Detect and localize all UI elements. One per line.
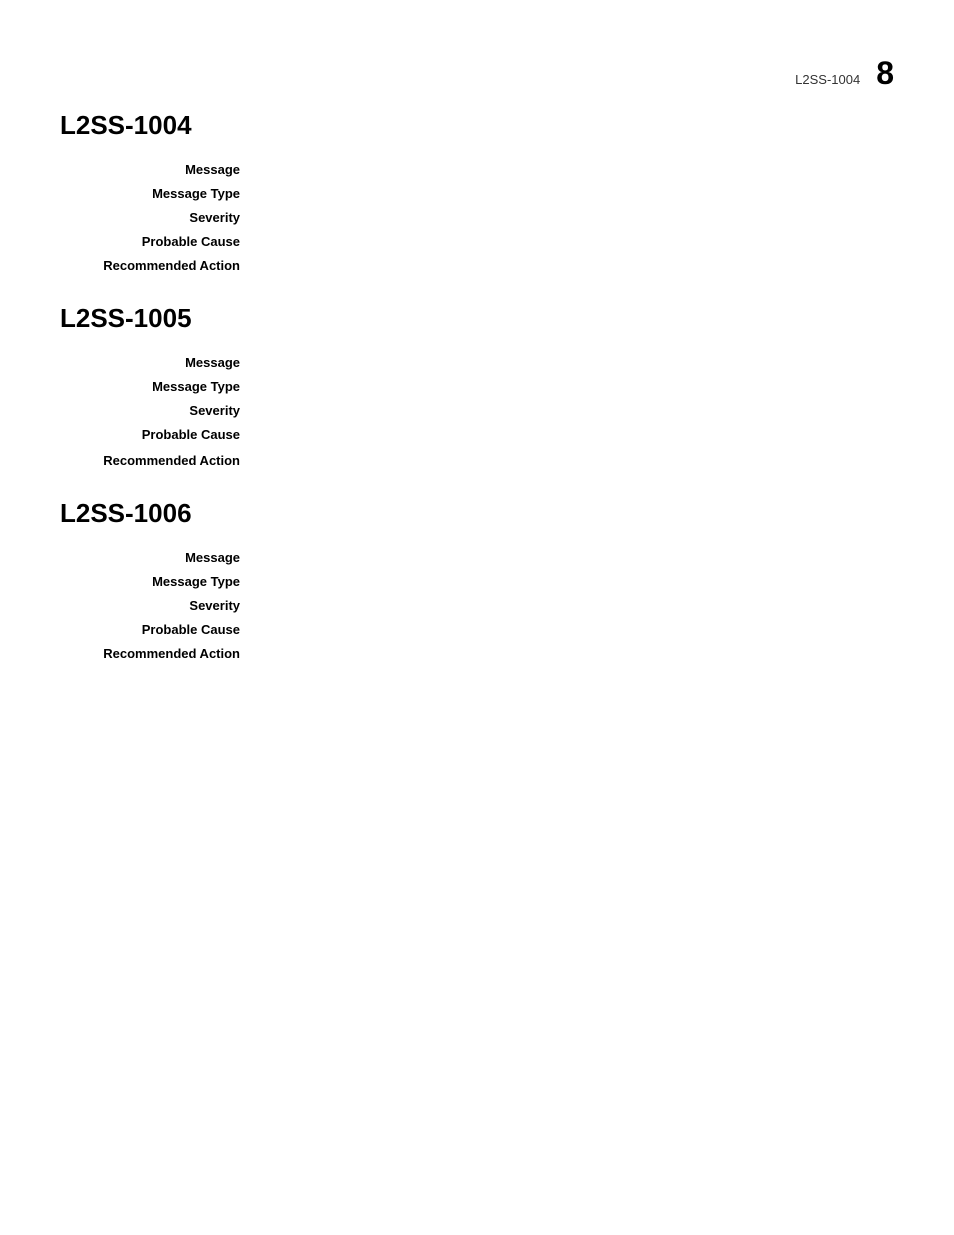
field-row-probable-cause-1: Probable Cause	[60, 233, 894, 249]
field-row-recommended-action-1: Recommended Action	[60, 257, 894, 273]
field-row-recommended-action-2: Recommended Action	[60, 452, 894, 468]
field-label-recommended-action-2: Recommended Action	[60, 452, 260, 468]
field-label-message-2: Message	[60, 354, 260, 370]
field-row-message-type-1: Message Type	[60, 185, 894, 201]
field-row-recommended-action-3: Recommended Action	[60, 645, 894, 661]
field-label-severity-1: Severity	[60, 209, 260, 225]
entry-l2ss-1006: L2SS-1006 Message Message Type Severity …	[60, 498, 894, 661]
entry-title-l2ss-1004: L2SS-1004	[60, 110, 894, 141]
field-label-severity-3: Severity	[60, 597, 260, 613]
header-code: L2SS-1004	[795, 72, 860, 87]
field-label-probable-cause-3: Probable Cause	[60, 621, 260, 637]
field-label-probable-cause-2: Probable Cause	[60, 426, 260, 442]
field-row-message-2: Message	[60, 354, 894, 370]
field-label-probable-cause-1: Probable Cause	[60, 233, 260, 249]
entry-l2ss-1005: L2SS-1005 Message Message Type Severity …	[60, 303, 894, 468]
main-content: L2SS-1004 Message Message Type Severity …	[0, 0, 954, 751]
field-label-severity-2: Severity	[60, 402, 260, 418]
header-page-number: 8	[876, 55, 894, 92]
page-header: L2SS-1004 8	[795, 55, 894, 92]
field-label-message-type-3: Message Type	[60, 573, 260, 589]
field-row-severity-2: Severity	[60, 402, 894, 418]
field-row-severity-3: Severity	[60, 597, 894, 613]
field-row-probable-cause-2: Probable Cause	[60, 426, 894, 442]
field-row-message-3: Message	[60, 549, 894, 565]
field-label-message-type-2: Message Type	[60, 378, 260, 394]
field-row-probable-cause-3: Probable Cause	[60, 621, 894, 637]
field-label-message-1: Message	[60, 161, 260, 177]
field-label-recommended-action-1: Recommended Action	[60, 257, 260, 273]
entry-l2ss-1004: L2SS-1004 Message Message Type Severity …	[60, 110, 894, 273]
entry-title-l2ss-1005: L2SS-1005	[60, 303, 894, 334]
field-row-message-type-2: Message Type	[60, 378, 894, 394]
field-label-recommended-action-3: Recommended Action	[60, 645, 260, 661]
field-row-severity-1: Severity	[60, 209, 894, 225]
field-row-message-type-3: Message Type	[60, 573, 894, 589]
field-row-message-1: Message	[60, 161, 894, 177]
field-label-message-3: Message	[60, 549, 260, 565]
entry-title-l2ss-1006: L2SS-1006	[60, 498, 894, 529]
field-label-message-type-1: Message Type	[60, 185, 260, 201]
